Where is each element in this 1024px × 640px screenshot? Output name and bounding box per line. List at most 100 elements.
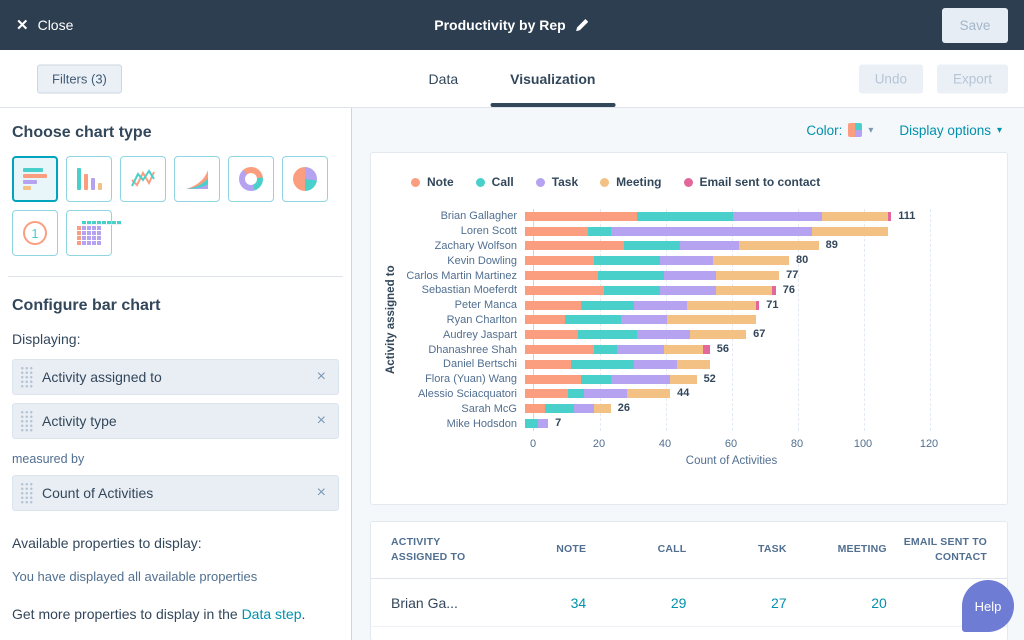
bar-segment[interactable] <box>574 404 594 413</box>
bar-segment[interactable] <box>634 360 677 369</box>
chart-type-vertical-bar[interactable] <box>66 156 112 202</box>
bar-segment[interactable] <box>525 315 565 324</box>
bar-segment[interactable] <box>565 315 621 324</box>
table-header-cell[interactable]: TASK <box>686 542 786 557</box>
remove-field-icon[interactable]: × <box>305 369 338 385</box>
display-options-dropdown[interactable]: Display options ▾ <box>899 123 1002 138</box>
table-cell[interactable]: 27 <box>686 595 786 611</box>
bar-segment[interactable] <box>598 271 664 280</box>
bar-segment[interactable] <box>716 271 779 280</box>
table-header-cell[interactable]: MEETING <box>787 542 887 557</box>
table-header-cell[interactable]: CALL <box>586 542 686 557</box>
tab-data[interactable]: Data <box>427 50 461 107</box>
bar-segment[interactable] <box>637 330 690 339</box>
bar-segment[interactable] <box>888 212 891 221</box>
bar-segment[interactable] <box>772 286 775 295</box>
bar-segment[interactable] <box>822 212 888 221</box>
table-cell[interactable]: 20 <box>787 595 887 611</box>
table-cell[interactable]: Brian Ga... <box>391 595 486 611</box>
bar-segment[interactable] <box>621 315 667 324</box>
bar-segment[interactable] <box>733 212 822 221</box>
bar-segment[interactable] <box>611 227 812 236</box>
close-button[interactable]: ✕ Close <box>16 17 73 33</box>
save-button[interactable]: Save <box>942 8 1008 43</box>
bar-segment[interactable] <box>525 404 545 413</box>
bar-segment[interactable] <box>680 241 739 250</box>
legend-item[interactable]: Note <box>411 175 454 189</box>
bar-segment[interactable] <box>617 345 663 354</box>
table-header-cell[interactable]: ACTIVITY ASSIGNED TO <box>391 535 486 565</box>
bar-segment[interactable] <box>525 389 568 398</box>
chart-type-line[interactable] <box>120 156 166 202</box>
tab-visualization[interactable]: Visualization <box>508 50 597 107</box>
bar-segment[interactable] <box>525 286 604 295</box>
legend-item[interactable]: Call <box>476 175 514 189</box>
help-button[interactable]: Help <box>962 580 1014 632</box>
table-cell[interactable]: 34 <box>486 595 586 611</box>
bar-segment[interactable] <box>588 227 611 236</box>
bar-segment[interactable] <box>739 241 818 250</box>
bar-segment[interactable] <box>525 271 598 280</box>
bar-segment[interactable] <box>545 404 575 413</box>
edit-pencil-icon[interactable] <box>576 18 590 32</box>
bar-segment[interactable] <box>578 330 637 339</box>
bar-segment[interactable] <box>525 212 637 221</box>
field-chip-activity-assigned-to[interactable]: Activity assigned to × <box>12 359 339 395</box>
export-button[interactable]: Export <box>937 64 1008 93</box>
drag-handle-icon[interactable] <box>20 410 33 432</box>
bar-segment[interactable] <box>637 212 733 221</box>
color-dropdown[interactable]: Color: ▾ <box>806 123 873 138</box>
bar-segment[interactable] <box>713 256 789 265</box>
bar-segment[interactable] <box>634 301 687 310</box>
drag-handle-icon[interactable] <box>20 366 33 388</box>
bar-segment[interactable] <box>660 256 713 265</box>
drag-handle-icon[interactable] <box>20 482 33 504</box>
bar-segment[interactable] <box>538 419 548 428</box>
bar-segment[interactable] <box>581 301 634 310</box>
bar-segment[interactable] <box>703 345 710 354</box>
bar-segment[interactable] <box>664 271 717 280</box>
chart-type-table[interactable] <box>66 210 112 256</box>
table-header-cell[interactable]: NOTE <box>486 542 586 557</box>
bar-segment[interactable] <box>594 404 611 413</box>
bar-segment[interactable] <box>525 360 571 369</box>
bar-segment[interactable] <box>716 286 772 295</box>
bar-segment[interactable] <box>525 375 581 384</box>
bar-segment[interactable] <box>664 345 704 354</box>
bar-segment[interactable] <box>594 256 660 265</box>
bar-segment[interactable] <box>525 419 538 428</box>
bar-segment[interactable] <box>525 227 588 236</box>
filters-button[interactable]: Filters (3) <box>37 64 122 93</box>
bar-segment[interactable] <box>568 389 585 398</box>
bar-segment[interactable] <box>604 286 660 295</box>
bar-segment[interactable] <box>584 389 627 398</box>
bar-segment[interactable] <box>525 345 594 354</box>
field-chip-activity-type[interactable]: Activity type × <box>12 403 339 439</box>
data-step-link[interactable]: Data step <box>242 606 302 622</box>
remove-field-icon[interactable]: × <box>305 485 338 501</box>
chart-type-pie[interactable] <box>282 156 328 202</box>
bar-segment[interactable] <box>611 375 670 384</box>
bar-segment[interactable] <box>627 389 670 398</box>
bar-segment[interactable] <box>525 330 578 339</box>
bar-segment[interactable] <box>667 315 756 324</box>
field-chip-count-of-activities[interactable]: Count of Activities × <box>12 475 339 511</box>
bar-segment[interactable] <box>756 301 759 310</box>
bar-segment[interactable] <box>660 286 716 295</box>
legend-item[interactable]: Email sent to contact <box>684 175 821 189</box>
legend-item[interactable]: Task <box>536 175 578 189</box>
bar-segment[interactable] <box>670 375 696 384</box>
bar-segment[interactable] <box>594 345 617 354</box>
legend-item[interactable]: Meeting <box>600 175 661 189</box>
bar-segment[interactable] <box>690 330 746 339</box>
bar-segment[interactable] <box>687 301 756 310</box>
bar-segment[interactable] <box>571 360 634 369</box>
bar-segment[interactable] <box>812 227 888 236</box>
bar-segment[interactable] <box>525 256 594 265</box>
undo-button[interactable]: Undo <box>859 64 923 93</box>
table-cell[interactable]: 29 <box>586 595 686 611</box>
chart-type-horizontal-bar[interactable] <box>12 156 58 202</box>
chart-type-number[interactable]: 1 <box>12 210 58 256</box>
chart-type-area[interactable] <box>174 156 220 202</box>
bar-segment[interactable] <box>624 241 680 250</box>
